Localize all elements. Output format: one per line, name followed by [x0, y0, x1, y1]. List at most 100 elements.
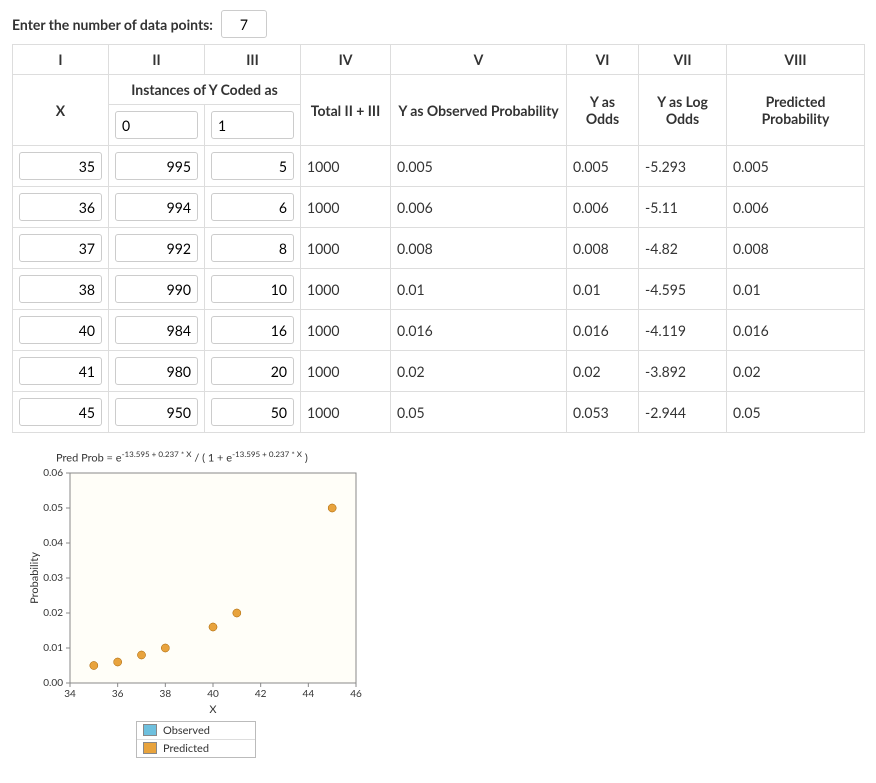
pred-cell: 0.01	[727, 269, 865, 310]
table-row: 10000.020.02-3.8920.02	[13, 351, 865, 392]
table-body: 10000.0050.005-5.2930.00510000.0060.006-…	[13, 146, 865, 433]
svg-text:46: 46	[350, 688, 362, 700]
code1-input[interactable]	[211, 111, 294, 139]
pred-cell: 0.05	[727, 392, 865, 433]
total-cell: 1000	[301, 351, 391, 392]
chart-title: Pred Prob = e-13.595 + 0.237 * X / ( 1 +…	[56, 449, 366, 465]
data-points-input[interactable]	[221, 10, 267, 38]
c0-input[interactable]	[115, 357, 198, 385]
c1-input[interactable]	[211, 357, 294, 385]
pred-cell: 0.005	[727, 146, 865, 187]
odds-cell: 0.01	[567, 269, 639, 310]
col-IV: IV	[301, 45, 391, 75]
legend-swatch-observed	[143, 724, 157, 736]
total-cell: 1000	[301, 187, 391, 228]
logistic-table: I II III IV V VI VII VIII X Instances of…	[12, 44, 865, 433]
col-obsprob: Y as Observed Probability	[391, 75, 567, 146]
total-cell: 1000	[301, 310, 391, 351]
obs-cell: 0.006	[391, 187, 567, 228]
c0-input[interactable]	[115, 316, 198, 344]
col-V: V	[391, 45, 567, 75]
legend-predicted: Predicted	[137, 739, 255, 757]
x-input[interactable]	[19, 316, 102, 344]
x-input[interactable]	[19, 357, 102, 385]
col-coded-as: Instances of Y Coded as	[109, 75, 301, 105]
odds-cell: 0.02	[567, 351, 639, 392]
total-cell: 1000	[301, 269, 391, 310]
table-row: 10000.010.01-4.5950.01	[13, 269, 865, 310]
pred-cell: 0.02	[727, 351, 865, 392]
col-VII: VII	[639, 45, 727, 75]
svg-text:40: 40	[207, 688, 219, 700]
chart-legend: Observed Predicted	[136, 721, 256, 758]
odds-cell: 0.053	[567, 392, 639, 433]
table-row: 10000.050.053-2.9440.05	[13, 392, 865, 433]
obs-cell: 0.016	[391, 310, 567, 351]
log-cell: -4.82	[639, 228, 727, 269]
col-x: X	[13, 75, 109, 146]
header-row-sub-upper: X Instances of Y Coded as Total II + III…	[13, 75, 865, 105]
obs-cell: 0.02	[391, 351, 567, 392]
x-input[interactable]	[19, 275, 102, 303]
code0-input[interactable]	[115, 111, 198, 139]
col-III: III	[205, 45, 301, 75]
legend-label-observed: Observed	[163, 724, 210, 737]
legend-label-predicted: Predicted	[163, 742, 209, 755]
c1-input[interactable]	[211, 193, 294, 221]
obs-cell: 0.005	[391, 146, 567, 187]
c0-input[interactable]	[115, 275, 198, 303]
svg-text:34: 34	[64, 688, 76, 700]
legend-observed: Observed	[137, 722, 255, 739]
c0-input[interactable]	[115, 152, 198, 180]
c1-input[interactable]	[211, 316, 294, 344]
odds-cell: 0.006	[567, 187, 639, 228]
log-cell: -5.11	[639, 187, 727, 228]
prompt-label: Enter the number of data points:	[12, 16, 213, 33]
c1-input[interactable]	[211, 234, 294, 262]
col-logodds: Y as Log Odds	[639, 75, 727, 146]
svg-text:42: 42	[255, 688, 267, 700]
c0-input[interactable]	[115, 193, 198, 221]
c1-input[interactable]	[211, 398, 294, 426]
obs-cell: 0.05	[391, 392, 567, 433]
col-VIII: VIII	[727, 45, 865, 75]
svg-text:0.01: 0.01	[43, 642, 63, 654]
header-row-roman: I II III IV V VI VII VIII	[13, 45, 865, 75]
data-points-prompt: Enter the number of data points:	[12, 10, 864, 38]
total-cell: 1000	[301, 146, 391, 187]
log-cell: -3.892	[639, 351, 727, 392]
svg-text:0.03: 0.03	[43, 572, 63, 584]
log-cell: -4.119	[639, 310, 727, 351]
table-row: 10000.0160.016-4.1190.016	[13, 310, 865, 351]
col-odds: Y as Odds	[567, 75, 639, 146]
col-VI: VI	[567, 45, 639, 75]
obs-cell: 0.008	[391, 228, 567, 269]
log-cell: -2.944	[639, 392, 727, 433]
c1-input[interactable]	[211, 152, 294, 180]
x-input[interactable]	[19, 398, 102, 426]
pred-cell: 0.006	[727, 187, 865, 228]
x-input[interactable]	[19, 193, 102, 221]
legend-swatch-predicted	[143, 742, 157, 754]
x-input[interactable]	[19, 152, 102, 180]
table-row: 10000.0080.008-4.820.008	[13, 228, 865, 269]
total-cell: 1000	[301, 392, 391, 433]
svg-text:44: 44	[303, 688, 315, 700]
svg-text:0.05: 0.05	[43, 502, 63, 514]
x-input[interactable]	[19, 234, 102, 262]
pred-cell: 0.008	[727, 228, 865, 269]
c0-input[interactable]	[115, 398, 198, 426]
col-I: I	[13, 45, 109, 75]
odds-cell: 0.016	[567, 310, 639, 351]
svg-text:0.06: 0.06	[43, 467, 63, 479]
svg-text:0.02: 0.02	[43, 607, 63, 619]
c1-input[interactable]	[211, 275, 294, 303]
c0-input[interactable]	[115, 234, 198, 262]
odds-cell: 0.005	[567, 146, 639, 187]
col-predprob: Predicted Probability	[727, 75, 865, 146]
pred-cell: 0.016	[727, 310, 865, 351]
svg-text:36: 36	[112, 688, 124, 700]
log-cell: -4.595	[639, 269, 727, 310]
col-II: II	[109, 45, 205, 75]
obs-cell: 0.01	[391, 269, 567, 310]
